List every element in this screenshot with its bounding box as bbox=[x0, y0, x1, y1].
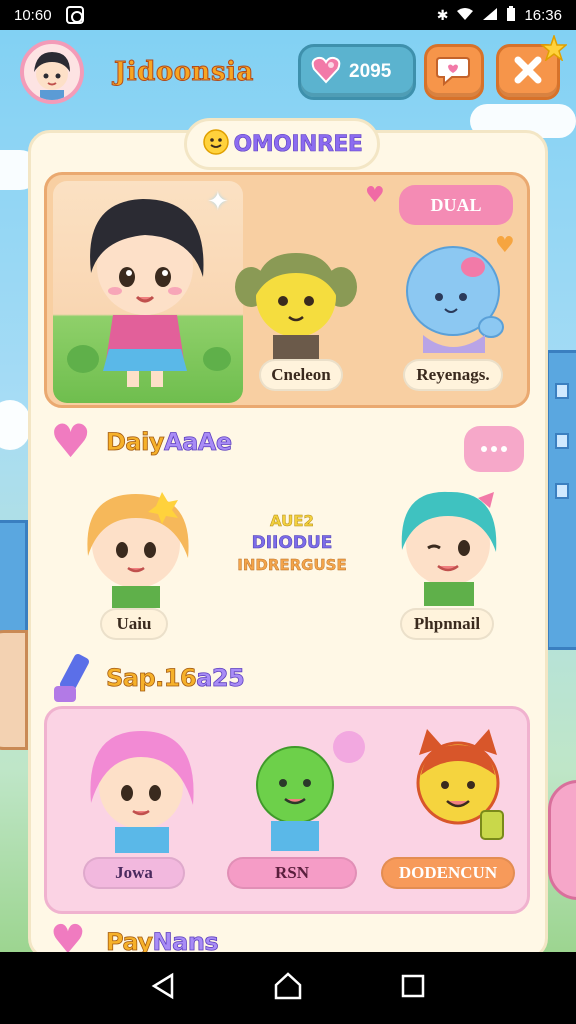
panel-tab-label: OMOINREE bbox=[233, 131, 363, 157]
system-nav-bar bbox=[0, 952, 576, 1024]
top-header: Jidoonsia 2095 bbox=[0, 33, 576, 114]
game-title: Jidoonsia bbox=[114, 57, 254, 88]
recents-icon bbox=[400, 973, 426, 1003]
heart-gem-icon bbox=[311, 56, 341, 88]
pigtail-girl-icon bbox=[235, 253, 357, 365]
avatar[interactable] bbox=[20, 40, 84, 104]
section-title-part1: Sap.16 bbox=[106, 664, 197, 693]
chat-icon bbox=[436, 54, 472, 90]
pink-hair-girl-icon bbox=[90, 731, 194, 853]
back-icon bbox=[150, 972, 176, 1004]
heart-icon: ♥ bbox=[365, 183, 385, 208]
back-button[interactable] bbox=[141, 966, 185, 1010]
character-label: Cneleon bbox=[259, 359, 343, 391]
bluetooth-icon: ✱ bbox=[436, 6, 449, 23]
character-label: Reyenags. bbox=[403, 359, 503, 391]
app-icon bbox=[65, 6, 84, 24]
center-line3: INDRERGUSE bbox=[237, 556, 347, 574]
panel-tab[interactable]: OMOINREE bbox=[184, 118, 380, 170]
character-label: Jowa bbox=[83, 857, 185, 889]
green-dino-icon bbox=[256, 731, 365, 851]
section-title-part2: a25 bbox=[196, 664, 245, 693]
center-line1: AUE2 bbox=[269, 512, 315, 531]
cloud-decoration bbox=[0, 400, 30, 450]
heart-icon: ♥ bbox=[495, 233, 515, 258]
character-label: DODENCUN bbox=[381, 857, 515, 889]
pen-icon bbox=[48, 652, 98, 712]
chat-bubble-icon bbox=[464, 426, 524, 472]
status-time-left: 10:60 bbox=[14, 6, 52, 24]
teal-hair-boy-icon bbox=[401, 491, 497, 606]
signal-icon bbox=[482, 7, 498, 24]
speech-bubble-text: DUAL bbox=[430, 194, 482, 215]
center-banner: AUE2 DIIODUE INDRERGUSE bbox=[236, 510, 348, 576]
home-icon bbox=[273, 971, 303, 1005]
currency-display[interactable]: 2095 bbox=[298, 44, 416, 100]
speech-bubble: DUAL bbox=[399, 185, 513, 225]
close-button[interactable] bbox=[496, 33, 569, 100]
sparkle-icon: ✦ bbox=[207, 187, 229, 217]
center-line2: DIIODUE bbox=[251, 533, 333, 554]
close-icon bbox=[512, 54, 544, 90]
section-title: Sap.16a25 bbox=[106, 664, 246, 693]
section-title-part2: AaAe bbox=[164, 428, 233, 457]
battery-icon bbox=[506, 5, 516, 25]
character-card[interactable]: Jowa RSN DODENCUN bbox=[44, 706, 530, 914]
recents-button[interactable] bbox=[391, 966, 435, 1010]
character-peek-left bbox=[0, 630, 28, 750]
orange-hair-girl-icon bbox=[87, 492, 189, 608]
status-time-right: 16:36 bbox=[524, 6, 562, 24]
currency-value: 2095 bbox=[349, 61, 392, 82]
fox-character-icon bbox=[416, 729, 504, 840]
character-label: Uaiu bbox=[100, 608, 168, 640]
status-bar: 10:60 ✱ 16:36 bbox=[0, 0, 576, 30]
featured-card[interactable]: ✦ ♥ DUAL Cneleon Reyenags. ♥ bbox=[44, 172, 530, 408]
smiley-icon bbox=[202, 128, 230, 160]
star-icon bbox=[539, 33, 569, 65]
character-peek-right bbox=[548, 780, 576, 900]
building-decoration bbox=[546, 350, 576, 650]
wifi-icon bbox=[456, 7, 474, 24]
character-label: Phpnnail bbox=[400, 608, 494, 640]
character-label: RSN bbox=[227, 857, 357, 889]
heart-icon: ♥ bbox=[50, 414, 92, 468]
section-title-part1: Daiy bbox=[106, 428, 165, 457]
home-button[interactable] bbox=[266, 966, 310, 1010]
section-title: DaiyAaAe bbox=[106, 428, 233, 457]
chat-button[interactable] bbox=[424, 44, 484, 100]
